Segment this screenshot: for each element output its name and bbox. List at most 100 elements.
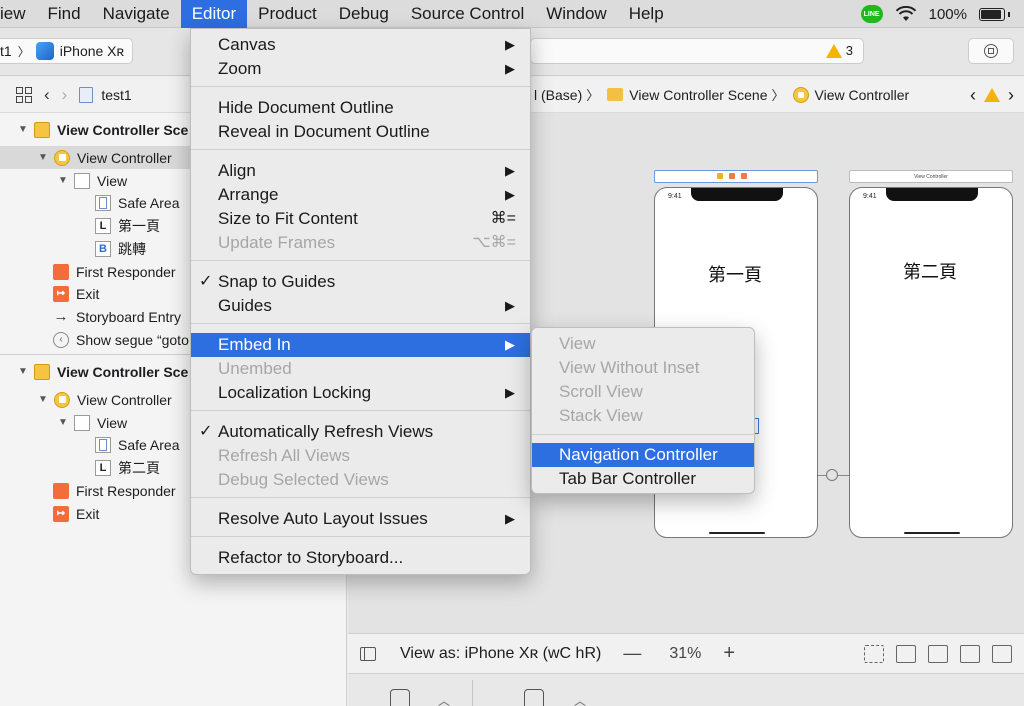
label-2-text: 第二頁 <box>118 459 160 476</box>
zoom-out-button[interactable]: — <box>623 643 641 664</box>
entry-arrow-icon: → <box>53 308 69 325</box>
submenu-arrow-icon: ▶ <box>505 337 515 352</box>
menu-item-arrange[interactable]: Arrange ▶ <box>191 183 530 207</box>
disclosure-triangle-icon[interactable]: ▼ <box>58 417 68 428</box>
scene-1-header[interactable] <box>654 170 818 183</box>
menu-item-size-to-fit[interactable]: Size to Fit Content ⌘= <box>191 207 530 231</box>
next-issue-icon[interactable]: › <box>1008 85 1014 106</box>
label-text: 第一頁 <box>118 217 160 234</box>
device-configuration-bar: ︿ ︿ <box>348 673 1024 706</box>
menu-help[interactable]: Help <box>618 0 675 28</box>
related-items-icon[interactable] <box>16 86 32 103</box>
submenu-item-scroll-view: Scroll View <box>559 382 643 401</box>
chevron-right-icon: 〉 <box>17 44 30 59</box>
fr-dock-icon[interactable] <box>729 173 735 179</box>
submenu-item-view: View <box>559 334 596 353</box>
back-arrow-icon[interactable]: ‹ <box>44 85 50 105</box>
device-iphone-icon[interactable] <box>390 689 410 706</box>
submenu-item-navigation-controller[interactable]: Navigation Controller <box>532 443 754 467</box>
chevron-up-icon[interactable]: ︿ <box>438 692 450 706</box>
disclosure-triangle-icon[interactable]: ▼ <box>18 124 28 135</box>
storyboard-entry-label: Storyboard Entry <box>76 308 182 325</box>
add-constraints-icon[interactable] <box>960 645 980 663</box>
menu-debug[interactable]: Debug <box>328 0 400 28</box>
zoom-in-button[interactable]: + <box>723 642 735 665</box>
menu-item-refactor[interactable]: Refactor to Storyboard... <box>191 546 530 570</box>
menu-item-embed-in[interactable]: Embed In ▶ <box>191 333 530 357</box>
submenu-item-stack-view: Stack View <box>559 406 643 425</box>
menu-item-label: Guides <box>218 296 272 315</box>
update-frames-icon[interactable] <box>864 645 884 663</box>
zoom-level[interactable]: 31% <box>669 645 701 663</box>
menu-navigate[interactable]: Navigate <box>92 0 181 28</box>
warnings-indicator[interactable]: 3 <box>825 43 853 58</box>
chevron-up-icon[interactable]: ︿ <box>574 692 586 706</box>
menu-item-label: Canvas <box>218 35 276 54</box>
status-time: 9:41 <box>863 193 877 200</box>
phone-scene-2[interactable]: 9:41 第二頁 <box>849 187 1013 538</box>
embed-in-icon[interactable] <box>896 645 916 663</box>
segue-icon[interactable] <box>826 469 838 481</box>
menu-item-hide-outline[interactable]: Hide Document Outline <box>191 96 530 120</box>
phone-2-label[interactable]: 第二頁 <box>903 258 957 284</box>
disclosure-triangle-icon[interactable]: ▼ <box>38 152 48 163</box>
menu-item-align[interactable]: Align ▶ <box>191 159 530 183</box>
menu-find[interactable]: Find <box>37 0 92 28</box>
menu-item-snap-to-guides[interactable]: ✓ Snap to Guides <box>191 270 530 294</box>
app-icon <box>35 42 54 60</box>
outline-toggle-icon[interactable] <box>360 647 376 661</box>
disclosure-triangle-icon[interactable]: ▼ <box>58 175 68 186</box>
menu-bar: iew Find Navigate Editor Product Debug S… <box>0 0 1024 28</box>
submenu-arrow-icon: ▶ <box>505 298 515 313</box>
jump-controller[interactable]: View Controller <box>815 87 910 103</box>
menu-view[interactable]: iew <box>0 0 37 28</box>
layout-tools <box>864 645 1012 663</box>
scene-2-header[interactable]: View Controller <box>849 170 1013 183</box>
scheme-selector[interactable]: t1 〉 iPhone Xʀ <box>0 38 134 64</box>
view-2-label: View <box>97 414 128 431</box>
breadcrumb-project[interactable]: test1 <box>101 87 131 103</box>
disclosure-triangle-icon[interactable]: ▼ <box>18 366 28 377</box>
jump-bar-controls: ‹ › <box>970 77 1014 113</box>
menu-item-reveal-outline[interactable]: Reveal in Document Outline <box>191 120 530 144</box>
jump-base[interactable]: l (Base) <box>534 87 582 103</box>
menu-item-auto-refresh[interactable]: ✓ Automatically Refresh Views <box>191 420 530 444</box>
menu-item-label: Align <box>218 161 256 180</box>
warning-icon[interactable] <box>984 88 1000 102</box>
forward-arrow-icon[interactable]: › <box>62 85 68 105</box>
library-button[interactable] <box>968 38 1014 64</box>
wifi-icon[interactable] <box>895 6 917 22</box>
menu-item-label: Update Frames <box>218 233 336 252</box>
align-icon[interactable] <box>928 645 948 663</box>
first-responder-icon <box>53 263 69 280</box>
menu-editor[interactable]: Editor <box>180 0 248 28</box>
menu-product[interactable]: Product <box>247 0 328 28</box>
menu-window[interactable]: Window <box>535 0 617 28</box>
menu-item-canvas[interactable]: Canvas ▶ <box>191 33 530 57</box>
activity-status-field[interactable]: 3 <box>530 38 864 64</box>
previous-issue-icon[interactable]: ‹ <box>970 85 976 106</box>
exit-dock-icon[interactable] <box>741 173 747 179</box>
submenu-arrow-icon: ▶ <box>505 511 515 526</box>
view-as-device[interactable]: View as: iPhone Xʀ (wC hR) <box>400 645 601 663</box>
menu-item-guides[interactable]: Guides ▶ <box>191 294 530 318</box>
menu-source-control[interactable]: Source Control <box>400 0 535 28</box>
vc-dock-icon[interactable] <box>717 173 723 179</box>
menu-item-localization-locking[interactable]: Localization Locking ▶ <box>191 381 530 405</box>
menu-item-resolve-auto-layout[interactable]: Resolve Auto Layout Issues ▶ <box>191 507 530 531</box>
device-iphone-icon[interactable] <box>524 689 544 706</box>
exit-label: Exit <box>76 285 100 302</box>
menu-item-zoom[interactable]: Zoom ▶ <box>191 57 530 81</box>
disclosure-triangle-icon[interactable]: ▼ <box>38 394 48 405</box>
submenu-item-view-without-inset: View Without Inset <box>559 358 700 377</box>
jump-scene[interactable]: View Controller Scene <box>629 87 767 103</box>
battery-icon[interactable] <box>979 7 1010 21</box>
line-app-icon[interactable]: LINE <box>860 5 883 23</box>
status-time: 9:41 <box>668 193 682 200</box>
notch <box>886 188 978 201</box>
scene-icon <box>34 121 50 138</box>
submenu-item-tab-bar-controller[interactable]: Tab Bar Controller <box>532 467 754 491</box>
resolve-issues-icon[interactable] <box>992 645 1012 663</box>
menu-item-label: Snap to Guides <box>218 272 336 291</box>
phone-1-label[interactable]: 第一頁 <box>708 261 762 287</box>
